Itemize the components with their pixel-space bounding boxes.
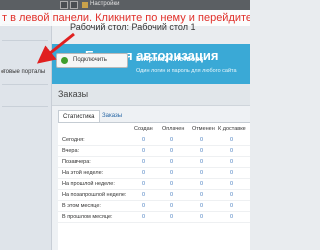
network-name: Битрикс24.Нетворк bbox=[136, 56, 203, 63]
table-row: В прошлом месяце: 0 0 0 0 bbox=[58, 212, 250, 223]
table-row: На позапрошлой неделе: 0 0 0 0 bbox=[58, 190, 250, 201]
cell-value[interactable]: 0 bbox=[200, 148, 203, 154]
cell-value[interactable]: 0 bbox=[170, 159, 173, 165]
column-header: Оплачен bbox=[162, 126, 185, 132]
cell-value[interactable]: 0 bbox=[142, 181, 145, 187]
panel-grid-icon[interactable] bbox=[70, 1, 78, 9]
cell-value[interactable]: 0 bbox=[230, 148, 233, 154]
column-header: Создан bbox=[134, 126, 153, 132]
cell-value[interactable]: 0 bbox=[230, 214, 233, 220]
cell-value[interactable]: 0 bbox=[200, 214, 203, 220]
cell-value[interactable]: 0 bbox=[142, 214, 145, 220]
cell-value[interactable]: 0 bbox=[230, 192, 233, 198]
orders-title: Заказы bbox=[58, 89, 89, 99]
connect-button[interactable]: Подключить bbox=[56, 53, 128, 68]
column-header: К доставке bbox=[218, 126, 246, 132]
table-row: В этом месяце: 0 0 0 0 bbox=[58, 201, 250, 212]
connect-icon bbox=[61, 57, 68, 64]
orders-panel: Заказы Статистика Заказы Создан Оплачен … bbox=[52, 84, 250, 250]
cell-value[interactable]: 0 bbox=[230, 159, 233, 165]
table-row: На прошлой неделе: 0 0 0 0 bbox=[58, 179, 250, 190]
cell-value[interactable]: 0 bbox=[170, 214, 173, 220]
column-header: Отменен bbox=[192, 126, 215, 132]
cell-value[interactable]: 0 bbox=[170, 170, 173, 176]
top-toolbar: Настройки bbox=[0, 0, 250, 10]
cell-value[interactable]: 0 bbox=[230, 203, 233, 209]
row-label: Сегодня: bbox=[62, 137, 85, 143]
left-panel-divider bbox=[2, 84, 48, 85]
row-label: В прошлом месяце: bbox=[62, 214, 113, 220]
table-row: На этой неделе: 0 0 0 0 bbox=[58, 168, 250, 179]
row-label: На прошлой неделе: bbox=[62, 181, 115, 187]
cell-value[interactable]: 0 bbox=[230, 137, 233, 143]
table-row: Позавчера: 0 0 0 0 bbox=[58, 157, 250, 168]
cell-value[interactable]: 0 bbox=[142, 137, 145, 143]
left-panel-item-portals[interactable]: товые порталы bbox=[3, 69, 45, 75]
network-description: Один логин и пароль для любого сайта bbox=[136, 68, 237, 74]
settings-icon[interactable] bbox=[82, 2, 88, 8]
cell-value[interactable]: 0 bbox=[142, 170, 145, 176]
row-label: Позавчера: bbox=[62, 159, 91, 165]
cell-value[interactable]: 0 bbox=[170, 137, 173, 143]
cell-value[interactable]: 0 bbox=[200, 170, 203, 176]
cell-value[interactable]: 0 bbox=[142, 203, 145, 209]
cell-value[interactable]: 0 bbox=[142, 148, 145, 154]
settings-link[interactable]: Настройки bbox=[90, 1, 119, 7]
desktop-title: Рабочий стол: Рабочий стол 1 bbox=[70, 22, 196, 32]
row-label: На этой неделе: bbox=[62, 170, 104, 176]
cell-value[interactable]: 0 bbox=[142, 159, 145, 165]
cell-value[interactable]: 0 bbox=[200, 192, 203, 198]
cell-value[interactable]: 0 bbox=[230, 170, 233, 176]
tab-statistics[interactable]: Статистика bbox=[58, 110, 100, 122]
cell-value[interactable]: 0 bbox=[200, 159, 203, 165]
cell-value[interactable]: 0 bbox=[170, 192, 173, 198]
stats-table: Создан Оплачен Отменен К доставке Сегодн… bbox=[58, 122, 250, 250]
table-row: Вчера: 0 0 0 0 bbox=[58, 146, 250, 157]
row-label: В этом месяце: bbox=[62, 203, 101, 209]
cell-value[interactable]: 0 bbox=[200, 137, 203, 143]
left-panel-divider bbox=[2, 40, 48, 41]
panel-toggle-icon[interactable] bbox=[60, 1, 68, 9]
row-divider bbox=[58, 222, 250, 223]
cell-value[interactable]: 0 bbox=[230, 181, 233, 187]
cell-value[interactable]: 0 bbox=[200, 181, 203, 187]
left-panel-divider bbox=[2, 106, 48, 107]
cell-value[interactable]: 0 bbox=[142, 192, 145, 198]
table-row: Сегодня: 0 0 0 0 bbox=[58, 135, 250, 146]
tab-orders[interactable]: Заказы bbox=[98, 110, 126, 122]
orders-header: Заказы bbox=[52, 84, 250, 106]
cell-value[interactable]: 0 bbox=[170, 181, 173, 187]
cell-value[interactable]: 0 bbox=[200, 203, 203, 209]
connect-button-label: Подключить bbox=[73, 57, 107, 63]
row-label: На позапрошлой неделе: bbox=[62, 192, 127, 198]
left-panel: товые порталы bbox=[0, 10, 52, 250]
row-label: Вчера: bbox=[62, 148, 80, 154]
cell-value[interactable]: 0 bbox=[170, 148, 173, 154]
cell-value[interactable]: 0 bbox=[170, 203, 173, 209]
